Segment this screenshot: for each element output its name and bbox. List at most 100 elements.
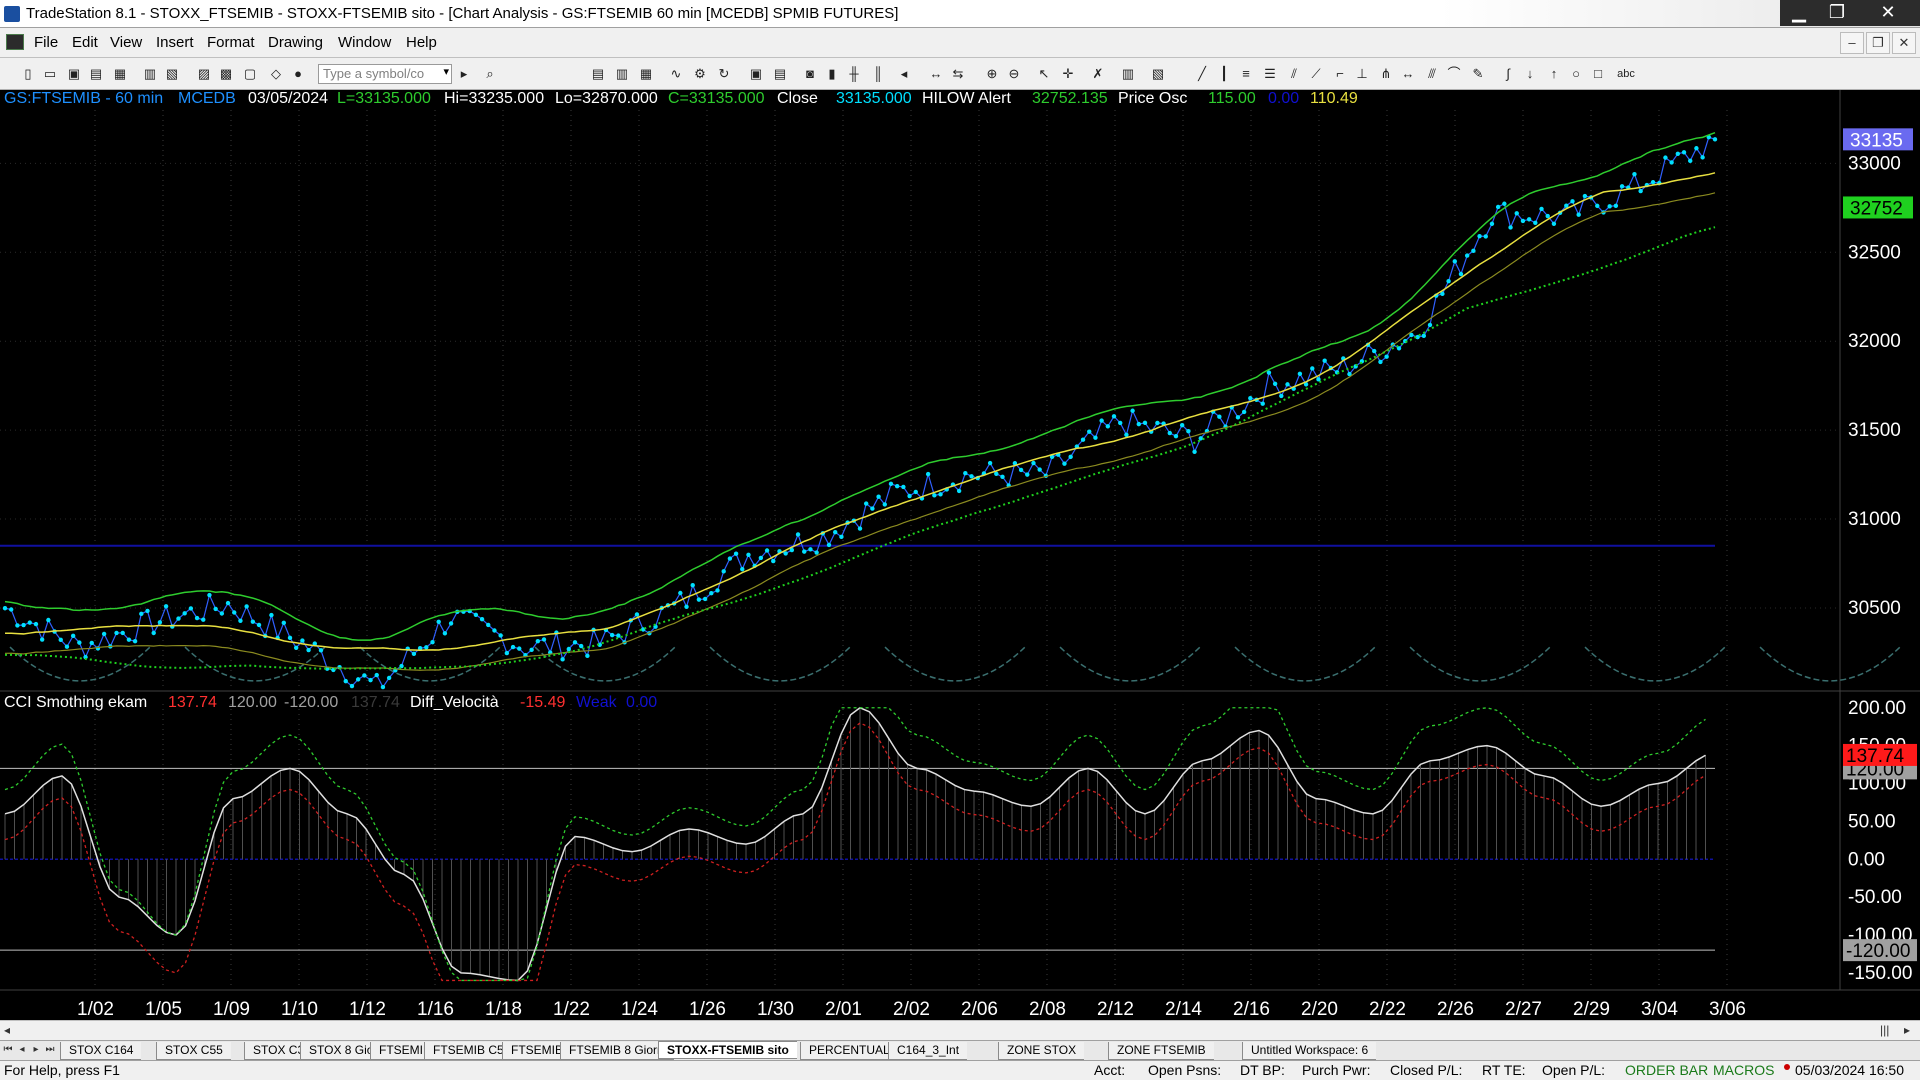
menu-help[interactable]: Help [406,34,437,51]
menu-view[interactable]: View [110,34,142,51]
horizontal-arrow-icon[interactable]: ↔ [1400,66,1416,82]
tools-icon[interactable]: ✗ [1090,66,1106,82]
minimize-button[interactable]: ▁ [1780,0,1818,26]
compress-icon[interactable]: ⇆ [950,66,966,82]
regression-icon[interactable]: ⟋ [1308,66,1324,82]
pointer-icon[interactable]: ↖ [1036,66,1052,82]
price-point [839,534,844,540]
ellipse-icon[interactable]: ○ [1568,66,1584,82]
macros-button[interactable]: MACROS [1713,1062,1774,1078]
freehand-icon[interactable]: ∫ [1500,66,1516,82]
indicator-icon[interactable]: ∿ [668,66,684,82]
chart-minimize-button[interactable]: – [1840,32,1864,54]
rectangle-icon[interactable]: □ [1590,66,1606,82]
lock-icon[interactable]: ▢ [242,66,258,82]
scroll-right-arrow-icon[interactable]: ▸ [1904,1023,1910,1037]
data-window-icon[interactable]: ▥ [1120,66,1136,82]
expand-icon[interactable]: ↔ [928,66,944,82]
horizontal-lines-icon[interactable]: ≡ [1238,66,1254,82]
workspace-icon[interactable]: ▤ [88,66,104,82]
tab-prev-icon[interactable]: ◂ [16,1043,28,1057]
new-window-icon[interactable]: ▣ [66,66,82,82]
tab-zone-ftsemib[interactable]: ZONE FTSEMIB [1108,1042,1214,1060]
refresh-icon[interactable]: ↻ [716,66,732,82]
tab-untitled-workspace-6[interactable]: Untitled Workspace: 6 [1242,1042,1377,1060]
price-point [1681,150,1687,155]
scroll-thumb-icon[interactable]: ||| [1880,1023,1889,1037]
down-arrow-icon[interactable]: ↓ [1522,66,1538,82]
bar-chart-icon[interactable]: ▥ [614,66,630,82]
up-arrow-icon[interactable]: ↑ [1546,66,1562,82]
search-icon[interactable]: ⌕ [482,66,498,82]
vertical-lines-icon[interactable]: ┃ [1216,66,1232,82]
cut-icon[interactable]: ▨ [196,66,212,82]
camera-icon[interactable]: ◙ [802,66,818,82]
order-bar-button[interactable]: ORDER BAR [1625,1062,1708,1078]
new-icon[interactable]: ▯ [20,66,36,82]
go-arrow-icon[interactable]: ▸ [456,66,472,82]
andrews-icon[interactable]: ⋔ [1378,66,1394,82]
chevron-down-icon[interactable]: ▾ [443,65,449,78]
price-point [430,639,435,645]
bars-icon[interactable]: ║ [870,66,886,82]
tab-stoxx-ftsemib-sito[interactable]: STOXX-FTSEMIB sito [658,1041,797,1059]
tab-c164-3-int[interactable]: C164_3_Int [888,1042,968,1060]
speed-lines-icon[interactable]: ⊥ [1354,66,1370,82]
table-icon[interactable]: ▦ [638,66,654,82]
price-point [907,493,912,499]
globe-icon[interactable]: ● [290,66,306,82]
price-point [1712,137,1718,142]
print-preview-icon[interactable]: ▥ [142,66,158,82]
price-point [1241,409,1247,415]
fibonacci-icon[interactable]: ☰ [1262,66,1278,82]
tab-first-icon[interactable]: ⏮ [2,1043,14,1057]
strategy-icon[interactable]: ⚙ [692,66,708,82]
pen-icon[interactable]: ✎ [1470,66,1486,82]
text-tool-icon[interactable]: abc [1614,66,1638,82]
zoom-in-icon[interactable]: ⊕ [984,66,1000,82]
print-icon[interactable]: ▧ [164,66,180,82]
gann-icon[interactable]: ⌐ [1332,66,1348,82]
menu-insert[interactable]: Insert [156,34,194,51]
copy-icon[interactable]: ▩ [218,66,234,82]
menu-drawing[interactable]: Drawing [268,34,323,51]
tab-last-icon[interactable]: ⏭ [44,1043,56,1057]
window-link-icon[interactable]: ▤ [772,66,788,82]
price-point [585,653,590,659]
link-icon[interactable]: ◇ [268,66,284,82]
chart-analysis-window[interactable]: 33000 32500 32000 31500 31000 30500 33135 32752… [0,90,1920,1020]
menu-window[interactable]: Window [338,34,391,51]
chart-canvas[interactable]: 33000 32500 32000 31500 31000 30500 33135 32752… [0,90,1920,1020]
chart-scrollbar[interactable]: ◂ ||| ▸ [0,1020,1920,1040]
menu-format[interactable]: Format [207,34,255,51]
tab-next-icon[interactable]: ▸ [30,1043,42,1057]
symbol-input[interactable]: Type a symbol/co ▾ [318,64,452,84]
order-icon[interactable]: ▧ [1150,66,1166,82]
parallel-icon[interactable]: ⫻ [1424,66,1440,82]
channel-icon[interactable]: ⫽ [1286,66,1302,82]
format-icon[interactable]: ▣ [748,66,764,82]
ohlc-icon[interactable]: ╫ [846,66,862,82]
trendline-icon[interactable]: ╱ [1194,66,1210,82]
tab-stox-c55[interactable]: STOX C55 [156,1042,231,1060]
crosshair-icon[interactable]: ✛ [1060,66,1076,82]
save-icon[interactable]: ▦ [112,66,128,82]
zoom-out-icon[interactable]: ⊖ [1006,66,1022,82]
cycle-arc [1234,646,1376,682]
scroll-left-icon[interactable]: ◂ [896,66,912,82]
menu-file[interactable]: File [34,34,58,51]
chart-restore-button[interactable]: ❐ [1866,32,1890,54]
tab-stox-c164[interactable]: STOX C164 [60,1042,142,1060]
scroll-left-arrow-icon[interactable]: ◂ [4,1023,10,1037]
close-button[interactable]: ✕ [1856,0,1920,26]
price-point [771,558,776,564]
chart-close-button[interactable]: ✕ [1892,32,1916,54]
candle-icon[interactable]: ▮ [824,66,840,82]
arc-icon[interactable]: ⌒ [1446,66,1462,82]
maximize-button[interactable]: ❐ [1818,0,1856,26]
open-icon[interactable]: ▭ [42,66,58,82]
chart-type-icon[interactable]: ▤ [590,66,606,82]
tab-zone-stox[interactable]: ZONE STOX [998,1042,1085,1060]
chart-window-icon[interactable] [6,34,24,50]
menu-edit[interactable]: Edit [72,34,98,51]
